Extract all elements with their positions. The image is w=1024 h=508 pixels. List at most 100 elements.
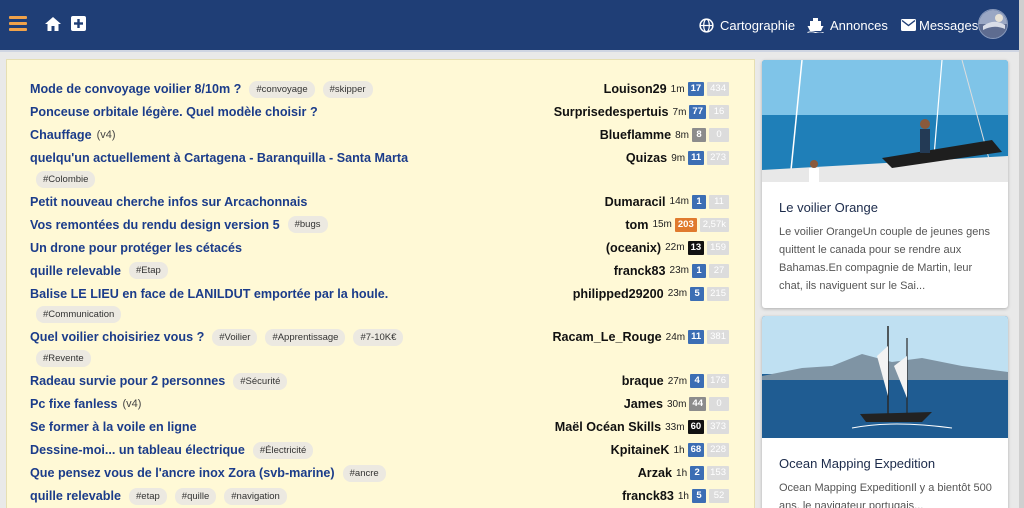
topic-extra-tags: #Revente: [30, 348, 91, 368]
topic-time-ago: 14m: [669, 196, 689, 208]
topic-author-link[interactable]: Maël Océan Skills: [555, 420, 661, 434]
card-title[interactable]: Ocean Mapping Expedition: [779, 456, 935, 471]
topic-tag[interactable]: #Électricité: [252, 441, 314, 459]
topic-title-link[interactable]: Petit nouveau cherche infos sur Arcachon…: [30, 195, 307, 209]
nav-messages[interactable]: Messages: [901, 0, 978, 50]
topic-title-link[interactable]: Dessine-moi... un tableau électrique: [30, 443, 245, 457]
menu-icon[interactable]: [9, 16, 27, 32]
topic-tag[interactable]: #Revente: [36, 349, 91, 367]
topic-meta: philipped29200 23m 5 215: [573, 283, 729, 305]
card-title[interactable]: Le voilier Orange: [779, 200, 878, 215]
view-count-badge: 176: [707, 374, 729, 389]
plus-square-icon[interactable]: [71, 16, 86, 31]
topic-title-link[interactable]: quille relevable: [30, 489, 121, 503]
topic-tag[interactable]: #Etap: [129, 262, 168, 280]
home-icon[interactable]: [44, 15, 62, 33]
topic-title-link[interactable]: Balise LE LIEU en face de LANILDUT empor…: [30, 287, 388, 301]
topic-meta: Arzak 1h 2 153: [638, 462, 729, 484]
topic-author-link[interactable]: Blueflamme: [600, 128, 671, 142]
reply-count-badge: 2: [690, 466, 705, 481]
view-count-badge: 52: [709, 489, 729, 504]
topic-author-link[interactable]: Surprisedespertuis: [554, 105, 669, 119]
topic-title-link[interactable]: Vos remontées du rendu design version 5: [30, 218, 280, 232]
topic-author-link[interactable]: Arzak: [638, 466, 672, 480]
reply-count-badge: 5: [690, 286, 705, 301]
topic-title-group: Se former à la voile en ligne: [30, 416, 197, 438]
nav-messages-label: Messages: [919, 17, 979, 33]
topic-tag[interactable]: #Apprentissage: [265, 328, 346, 346]
topic-title-group: Que pensez vous de l'ancre inox Zora (sv…: [30, 462, 386, 484]
card-excerpt: Ocean Mapping ExpeditionIl y a bientôt 5…: [779, 482, 992, 508]
topic-author-link[interactable]: franck83: [614, 264, 666, 278]
card-ocean-mapping[interactable]: Ocean Mapping Expedition Ocean Mapping E…: [762, 316, 1008, 508]
topic-time-ago: 7m: [672, 106, 687, 118]
avatar[interactable]: [978, 9, 1008, 39]
topic-tag[interactable]: #Communication: [36, 306, 122, 324]
topic-tag[interactable]: #etap: [129, 487, 167, 505]
view-count-badge: 228: [707, 443, 729, 458]
topic-author-link[interactable]: KpitaineK: [611, 443, 670, 457]
topic-title-group: Radeau survie pour 2 personnes #Sécurité: [30, 370, 288, 392]
reply-count-badge: 13: [687, 240, 705, 255]
topic-title-link[interactable]: Se former à la voile en ligne: [30, 420, 197, 434]
topic-author-link[interactable]: tom: [625, 218, 648, 232]
topic-meta: tom 15m 203 2,57k: [625, 214, 729, 236]
nav-annonces-label: Annonces: [830, 17, 888, 33]
topic-tag[interactable]: #Colombie: [36, 170, 96, 188]
topic-author-link[interactable]: Quizas: [626, 151, 667, 165]
topic-title-link[interactable]: quille relevable: [30, 264, 121, 278]
reply-count-badge: 17: [687, 82, 705, 96]
view-count-badge: 0: [709, 128, 729, 142]
topic-time-ago: 22m: [665, 242, 685, 254]
topic-tag[interactable]: #navigation: [224, 487, 287, 505]
topic-time-ago: 33m: [665, 421, 685, 433]
topic-author-link[interactable]: braque: [622, 374, 664, 388]
reply-count-badge: 8: [692, 128, 706, 142]
topic-author-link[interactable]: Dumaracil: [605, 195, 666, 209]
topic-title-link[interactable]: Chauffage: [30, 128, 92, 142]
topic-meta: franck83 23m 1 27: [614, 260, 729, 282]
topic-title-link[interactable]: quelqu'un actuellement à Cartagena - Bar…: [30, 151, 408, 165]
topic-meta: Racam_Le_Rouge 24m 11 381: [552, 326, 729, 348]
topic-author-link[interactable]: (oceanix): [606, 241, 661, 255]
topic-meta: Dumaracil 14m 1 11: [605, 191, 729, 213]
view-count-badge: 27: [709, 263, 729, 278]
topic-title-link[interactable]: Ponceuse orbitale légère. Quel modèle ch…: [30, 105, 318, 119]
nav-cartographie[interactable]: Cartographie: [699, 0, 795, 50]
topic-tag[interactable]: #7-10K€: [353, 328, 404, 346]
topic-time-ago: 8m: [675, 129, 689, 141]
card-voilier-orange[interactable]: Le voilier Orange Le voilier OrangeUn co…: [762, 60, 1008, 308]
topic-tag[interactable]: #quille: [174, 487, 217, 505]
topic-author-link[interactable]: Racam_Le_Rouge: [552, 330, 661, 344]
scrollbar[interactable]: [1019, 0, 1024, 508]
topic-tag[interactable]: #Sécurité: [233, 372, 288, 390]
topic-author-link[interactable]: franck83: [622, 489, 674, 503]
topic-title-link[interactable]: Un drone pour protéger les cétacés: [30, 241, 242, 255]
topic-tag[interactable]: #convoyage: [249, 80, 315, 98]
topic-tag[interactable]: #skipper: [322, 80, 373, 98]
card-image-tall-ship[interactable]: [762, 316, 1008, 438]
topic-title-link[interactable]: Que pensez vous de l'ancre inox Zora (sv…: [30, 466, 335, 480]
topic-tag[interactable]: #ancre: [342, 464, 386, 482]
card-image-sailing-couple[interactable]: [762, 60, 1008, 182]
topic-title-link[interactable]: Radeau survie pour 2 personnes: [30, 374, 225, 388]
topic-time-ago: 1h: [673, 444, 685, 456]
topic-tag[interactable]: #Voilier: [212, 328, 258, 346]
reply-count-badge: 1: [692, 194, 706, 209]
topic-author-link[interactable]: philipped29200: [573, 287, 664, 301]
reply-count-badge: 44: [689, 397, 706, 412]
topic-author-link[interactable]: Louison29: [604, 82, 667, 96]
topic-meta: James 30m 44 0: [624, 393, 729, 415]
topic-title-link[interactable]: Pc fixe fanless: [30, 397, 118, 411]
topic-time-ago: 15m: [652, 219, 672, 231]
topic-title-link[interactable]: Mode de convoyage voilier 8/10m ?: [30, 82, 241, 96]
nav-annonces[interactable]: Annonces: [807, 0, 888, 50]
topic-title-group: quille relevable #etap #quille #navigation: [30, 485, 287, 507]
topic-title-link[interactable]: Quel voilier choisiriez vous ?: [30, 330, 204, 344]
topic-tag[interactable]: #bugs: [287, 216, 328, 234]
topic-author-link[interactable]: James: [624, 397, 663, 411]
topic-version: (v4): [96, 129, 116, 141]
topic-title-group: Un drone pour protéger les cétacés: [30, 237, 242, 259]
topic-meta: Surprisedespertuis 7m 77 16: [554, 101, 729, 123]
ship-icon: [807, 18, 824, 33]
